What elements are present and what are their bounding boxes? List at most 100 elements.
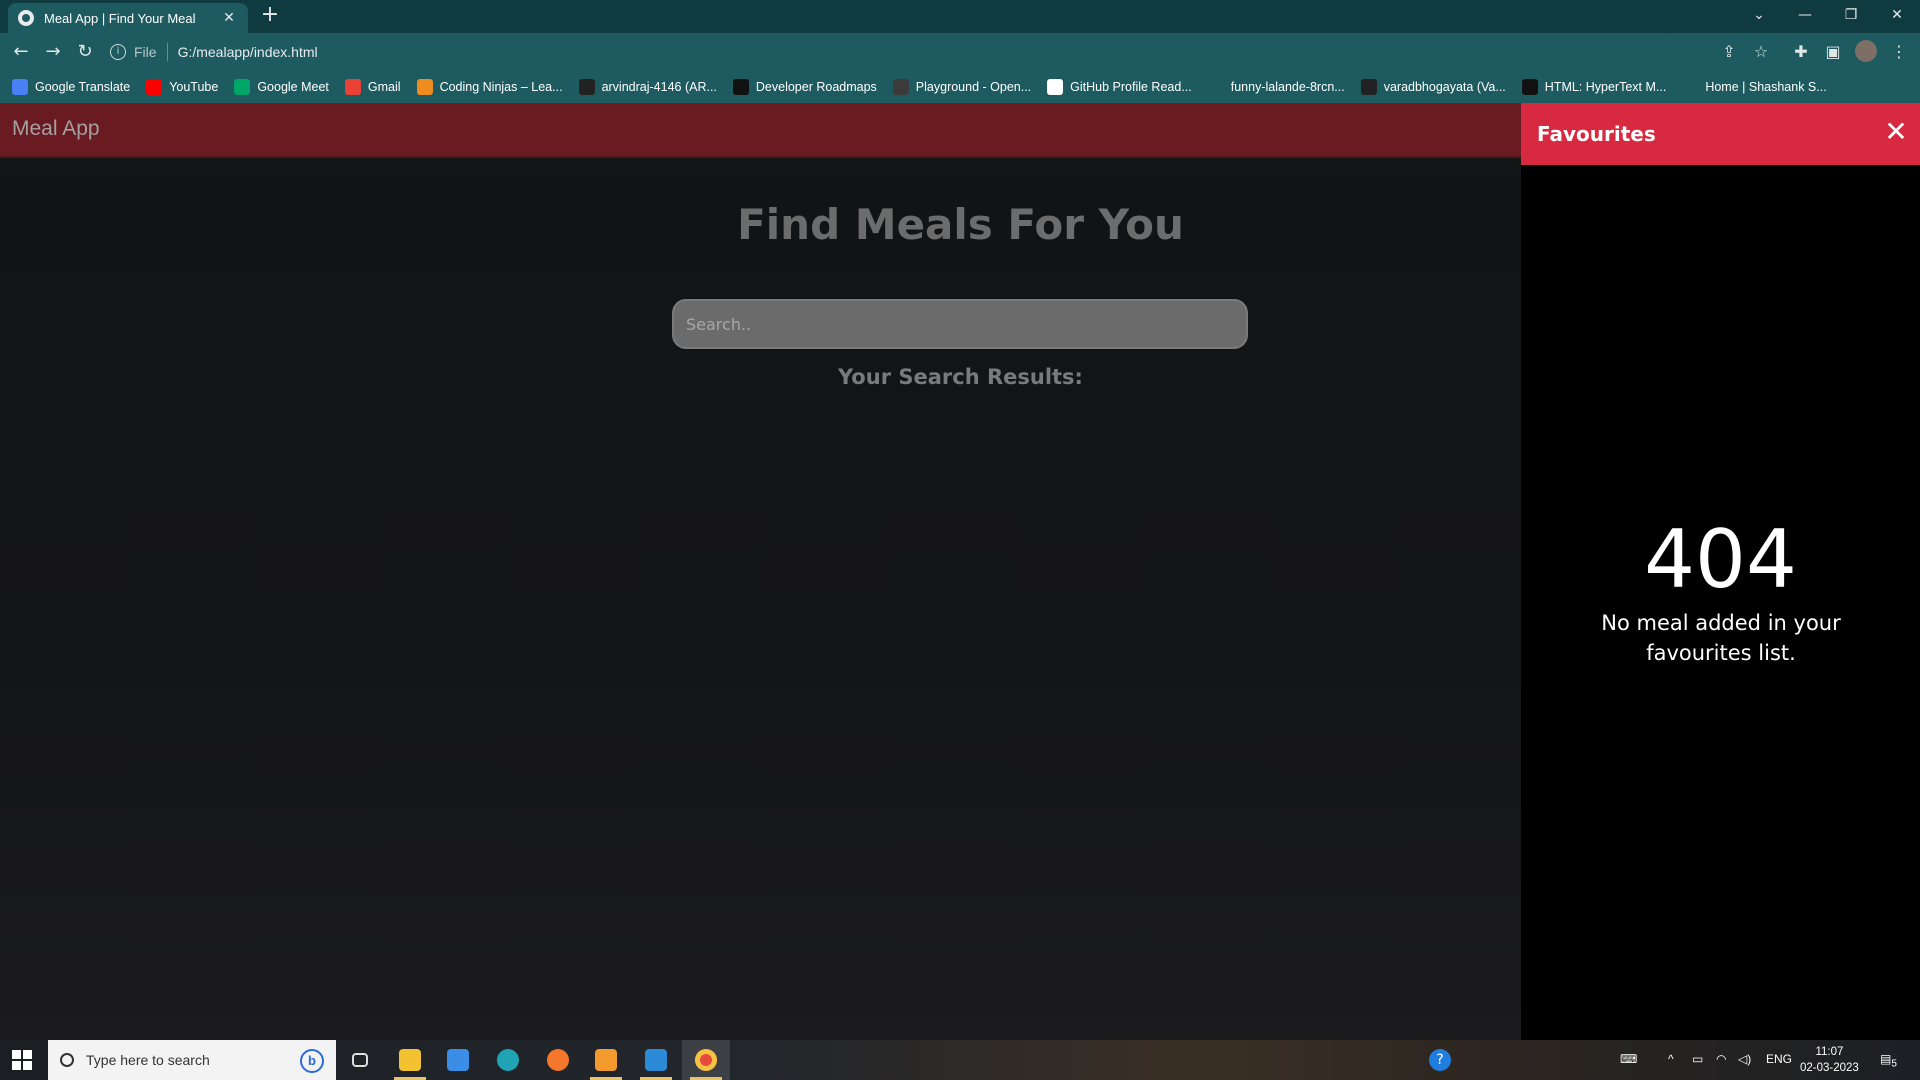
file-label: File [134, 44, 157, 60]
menu-kebab-icon[interactable]: ⋮ [1886, 39, 1912, 65]
bing-icon[interactable]: b [300, 1049, 324, 1073]
bookmark-item[interactable]: varadbhogayata (Va... [1360, 79, 1506, 95]
bookmark-item[interactable]: YouTube [146, 79, 218, 95]
bookmark-item[interactable]: Coding Ninjas – Lea... [416, 79, 563, 95]
bookmark-label: Playground - Open... [915, 80, 1032, 94]
edge-icon[interactable] [484, 1040, 532, 1080]
bookmark-favicon-icon [12, 79, 28, 95]
tab-title: Meal App | Find Your Meal [44, 10, 196, 26]
bookmark-favicon-icon [1521, 79, 1538, 95]
bookmark-favicon-icon [234, 79, 251, 95]
taskbar-search-placeholder: Type here to search [86, 1052, 210, 1068]
bookmark-item[interactable]: Developer Roadmaps [732, 79, 877, 95]
bookmark-item[interactable]: GitHub Profile Read... [1047, 79, 1192, 95]
bookmark-favicon-icon [1360, 79, 1377, 95]
microsoft-store-icon[interactable] [434, 1040, 482, 1080]
search-icon [60, 1053, 74, 1067]
app-navbar: Meal App [0, 103, 1521, 158]
window-close-button[interactable]: ✕ [1874, 0, 1920, 30]
bookmark-label: funny-lalande-8rcn... [1230, 80, 1345, 94]
bookmark-label: arvindraj-4146 (AR... [601, 80, 717, 94]
bookmark-item[interactable]: Google Translate [12, 79, 130, 95]
chrome-icon[interactable] [682, 1040, 730, 1080]
bookmark-label: Developer Roadmaps [755, 80, 877, 94]
sublime-text-icon[interactable] [582, 1040, 630, 1080]
bookmark-favicon-icon [578, 79, 595, 95]
bookmark-item[interactable]: Playground - Open... [892, 79, 1032, 95]
battery-icon[interactable]: ▭ [1692, 1052, 1703, 1066]
info-icon[interactable]: i [110, 44, 126, 60]
favourites-panel: Favourites ✕ 404 No meal added in your f… [1521, 103, 1920, 1040]
notification-icon[interactable]: ▤5 [1880, 1052, 1897, 1069]
brand-logo[interactable]: Meal App [12, 117, 100, 141]
bookmark-label: varadbhogayata (Va... [1383, 80, 1506, 94]
bookmarks-bar: Google Translate YouTube Google Meet Gmail C… [0, 71, 1920, 103]
favourites-title: Favourites [1537, 122, 1656, 146]
globe-icon [18, 10, 34, 26]
empty-favourites-message: No meal added in your favourites list. [1601, 611, 1841, 665]
page-viewport: Meal App Find Meals For You Your Search … [0, 103, 1920, 1040]
help-icon[interactable]: ? [1416, 1040, 1464, 1080]
minimize-button[interactable]: — [1782, 0, 1828, 30]
tab-search-chevron-icon[interactable]: ⌄ [1736, 0, 1782, 30]
bookmark-item[interactable]: Gmail [344, 79, 401, 95]
clock-date: 02-03-2023 [1800, 1062, 1859, 1074]
tab-close-icon[interactable]: ✕ [220, 10, 238, 26]
back-arrow-icon[interactable]: ← [8, 39, 34, 65]
taskbar: Type here to search b ? ⌨ ^ ▭ ◠ ◁) ENG 1… [0, 1040, 1920, 1080]
close-icon[interactable]: ✕ [1882, 118, 1910, 146]
wifi-icon[interactable]: ◠ [1716, 1052, 1726, 1066]
task-view-icon[interactable] [336, 1040, 384, 1080]
reload-icon[interactable]: ↻ [72, 39, 98, 65]
bookmark-star-icon[interactable]: ☆ [1748, 39, 1774, 65]
keyboard-icon[interactable]: ⌨ [1620, 1052, 1637, 1066]
bookmark-item[interactable]: Google Meet [234, 79, 329, 95]
bookmark-favicon-icon [1682, 79, 1699, 95]
favourites-header: Favourites ✕ [1521, 103, 1920, 165]
bookmark-favicon-icon [732, 79, 749, 95]
bookmark-favicon-icon [1207, 79, 1224, 95]
show-hidden-icons-chevron[interactable]: ^ [1668, 1052, 1674, 1066]
bookmark-item[interactable]: Home | Shashank S... [1682, 79, 1827, 95]
extensions-puzzle-icon[interactable]: ✚ [1788, 39, 1814, 65]
tab-strip: Meal App | Find Your Meal ✕ + ⌄ — ❐ ✕ [0, 0, 1920, 33]
bookmark-label: Gmail [367, 80, 401, 94]
new-tab-button[interactable]: + [258, 4, 282, 28]
search-input[interactable] [672, 299, 1248, 349]
bookmark-label: Google Translate [35, 80, 131, 94]
bookmark-favicon-icon [146, 79, 163, 95]
address-separator [166, 43, 168, 61]
bookmark-label: Coding Ninjas – Lea... [439, 80, 563, 94]
bookmark-label: GitHub Profile Read... [1070, 80, 1192, 94]
error-code: 404 [1644, 513, 1797, 606]
bookmark-favicon-icon [1047, 79, 1064, 95]
bookmark-label: HTML: HyperText M... [1544, 80, 1667, 94]
browser-tab[interactable]: Meal App | Find Your Meal ✕ [8, 3, 248, 33]
url-text[interactable]: G:/mealapp/index.html [178, 44, 318, 60]
bookmark-item[interactable]: funny-lalande-8rcn... [1207, 79, 1345, 95]
bookmark-item[interactable]: arvindraj-4146 (AR... [578, 79, 717, 95]
windows-start-icon[interactable] [12, 1050, 32, 1070]
screen: Meal App | Find Your Meal ✕ + ⌄ — ❐ ✕ ← … [0, 0, 1920, 1080]
file-explorer-icon[interactable] [386, 1040, 434, 1080]
bookmark-favicon-icon [344, 79, 361, 95]
browser-toolbar: ← → ↻ i File G:/mealapp/index.html ⇪ ☆ ✚… [0, 33, 1920, 71]
bookmark-label: Google Meet [257, 80, 329, 94]
language-indicator[interactable]: ENG [1766, 1052, 1792, 1066]
taskbar-search-input[interactable]: Type here to search b [48, 1040, 336, 1080]
bookmark-item[interactable]: HTML: HyperText M... [1521, 79, 1667, 95]
bookmark-favicon-icon [416, 79, 433, 95]
firefox-icon[interactable] [534, 1040, 582, 1080]
vscode-icon[interactable] [632, 1040, 680, 1080]
clock[interactable]: 11:07 02-03-2023 [1800, 1044, 1859, 1076]
notification-count: 5 [1891, 1058, 1897, 1070]
side-panel-icon[interactable]: ▣ [1820, 39, 1846, 65]
profile-avatar[interactable] [1855, 40, 1877, 62]
bookmark-label: YouTube [169, 80, 219, 94]
address-bar[interactable]: i File G:/mealapp/index.html [110, 37, 1680, 67]
bookmark-label: Home | Shashank S... [1705, 80, 1827, 94]
forward-arrow-icon[interactable]: → [40, 39, 66, 65]
share-icon[interactable]: ⇪ [1716, 39, 1742, 65]
restore-button[interactable]: ❐ [1828, 0, 1874, 30]
volume-icon[interactable]: ◁) [1738, 1052, 1751, 1066]
